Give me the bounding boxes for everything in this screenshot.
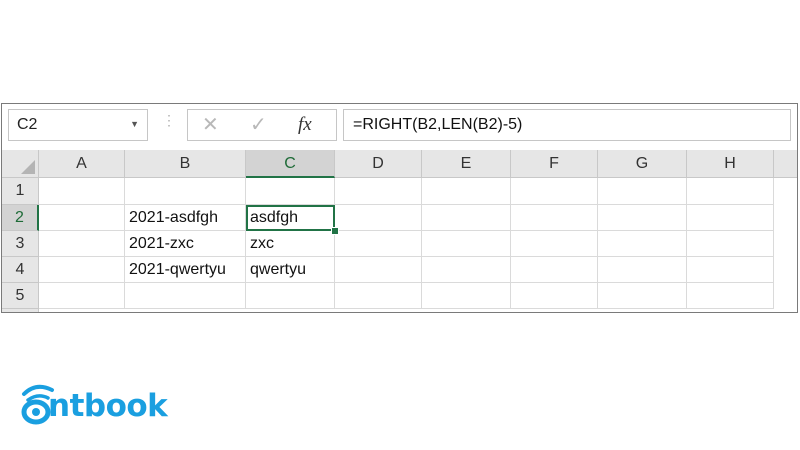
- cell-f2[interactable]: [511, 205, 598, 231]
- formula-text: =RIGHT(B2,LEN(B2)-5): [353, 116, 523, 133]
- cell-e5[interactable]: [422, 283, 511, 309]
- chevron-down-icon[interactable]: ▼: [130, 119, 139, 129]
- logo-text: ntbook: [48, 388, 168, 424]
- name-box-value: C2: [17, 116, 38, 133]
- cell-b5[interactable]: [125, 283, 246, 309]
- cell-g3[interactable]: [598, 231, 687, 257]
- excel-window: C2 ▼ ⋮ ✕ ✓ fx =RIGHT(B2,LEN(B2)-5) A B C…: [1, 103, 798, 313]
- cell-g2[interactable]: [598, 205, 687, 231]
- cell-b1[interactable]: [125, 178, 246, 205]
- cell-c4[interactable]: qwertyu: [246, 257, 335, 283]
- column-header-overflow: [774, 150, 797, 178]
- cell-g4[interactable]: [598, 257, 687, 283]
- cell-h2[interactable]: [687, 205, 774, 231]
- cell-f4[interactable]: [511, 257, 598, 283]
- column-header-f[interactable]: F: [511, 150, 598, 178]
- formula-bar: C2 ▼ ⋮ ✕ ✓ fx =RIGHT(B2,LEN(B2)-5): [2, 104, 797, 146]
- select-all-triangle-icon: [21, 160, 35, 174]
- cell-d2[interactable]: [335, 205, 422, 231]
- cell-g1[interactable]: [598, 178, 687, 205]
- formula-input[interactable]: =RIGHT(B2,LEN(B2)-5): [343, 109, 791, 141]
- cell-d1[interactable]: [335, 178, 422, 205]
- column-header-e[interactable]: E: [422, 150, 511, 178]
- ntbook-logo: ntbook: [18, 380, 178, 430]
- cell-b2[interactable]: 2021-asdfgh: [125, 205, 246, 231]
- cell-b3[interactable]: 2021-zxc: [125, 231, 246, 257]
- fill-handle[interactable]: [331, 227, 339, 235]
- cell-e4[interactable]: [422, 257, 511, 283]
- row-header-3[interactable]: 3: [2, 231, 39, 257]
- row-header-5[interactable]: 5: [2, 283, 39, 309]
- cell-a2[interactable]: [39, 205, 125, 231]
- cell-a5[interactable]: [39, 283, 125, 309]
- row-header-6-partial: [2, 309, 39, 312]
- cell-b4[interactable]: 2021-qwertyu: [125, 257, 246, 283]
- column-header-b[interactable]: B: [125, 150, 246, 178]
- column-header-d[interactable]: D: [335, 150, 422, 178]
- cell-h1[interactable]: [687, 178, 774, 205]
- row-header-4[interactable]: 4: [2, 257, 39, 283]
- column-header-c[interactable]: C: [246, 150, 335, 178]
- cell-c5[interactable]: [246, 283, 335, 309]
- cell-g5[interactable]: [598, 283, 687, 309]
- column-header-h[interactable]: H: [687, 150, 774, 178]
- checkmark-icon[interactable]: ✓: [250, 113, 267, 137]
- cell-d3[interactable]: [335, 231, 422, 257]
- drag-handle-icon[interactable]: ⋮: [162, 113, 176, 127]
- cell-h3[interactable]: [687, 231, 774, 257]
- row-header-1[interactable]: 1: [2, 178, 39, 205]
- select-all-button[interactable]: [2, 150, 39, 178]
- column-header-a[interactable]: A: [39, 150, 125, 178]
- cell-d4[interactable]: [335, 257, 422, 283]
- cell-a3[interactable]: [39, 231, 125, 257]
- cell-f1[interactable]: [511, 178, 598, 205]
- close-icon[interactable]: ✕: [202, 113, 219, 137]
- cell-h4[interactable]: [687, 257, 774, 283]
- name-box[interactable]: C2 ▼: [8, 109, 148, 141]
- cell-c1[interactable]: [246, 178, 335, 205]
- cell-e3[interactable]: [422, 231, 511, 257]
- cell-f3[interactable]: [511, 231, 598, 257]
- cell-e1[interactable]: [422, 178, 511, 205]
- cell-a1[interactable]: [39, 178, 125, 205]
- fx-icon[interactable]: fx: [298, 113, 312, 137]
- cell-h5[interactable]: [687, 283, 774, 309]
- cell-c3[interactable]: zxc: [246, 231, 335, 257]
- column-header-g[interactable]: G: [598, 150, 687, 178]
- cell-c2[interactable]: asdfgh: [246, 205, 335, 231]
- cell-a4[interactable]: [39, 257, 125, 283]
- row-header-2[interactable]: 2: [2, 205, 39, 231]
- formula-buttons: ✕ ✓ fx: [187, 109, 337, 141]
- cell-f5[interactable]: [511, 283, 598, 309]
- cell-e2[interactable]: [422, 205, 511, 231]
- cell-d5[interactable]: [335, 283, 422, 309]
